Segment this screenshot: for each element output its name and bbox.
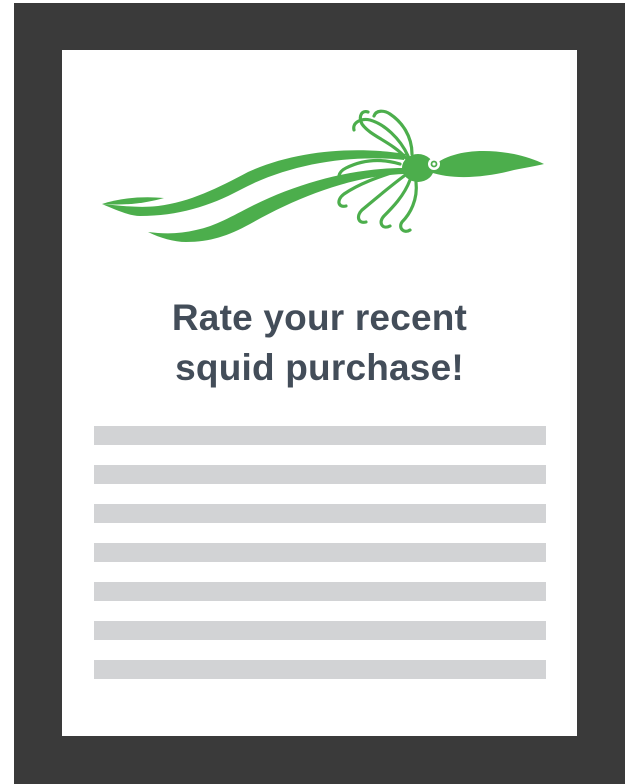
placeholder-line: [94, 465, 546, 484]
title-line-2: squid purchase!: [175, 347, 464, 388]
page-title: Rate your recent squid purchase!: [62, 293, 577, 393]
device-frame: Rate your recent squid purchase!: [14, 3, 625, 784]
placeholder-line: [94, 660, 546, 679]
placeholder-line: [94, 504, 546, 523]
title-line-1: Rate your recent: [171, 297, 468, 338]
placeholder-line: [94, 582, 546, 601]
placeholder-text-block: [94, 426, 546, 699]
placeholder-line: [94, 621, 546, 640]
placeholder-line: [94, 543, 546, 562]
placeholder-line: [94, 426, 546, 445]
squid-icon: [102, 109, 544, 242]
survey-card: Rate your recent squid purchase!: [62, 50, 577, 736]
